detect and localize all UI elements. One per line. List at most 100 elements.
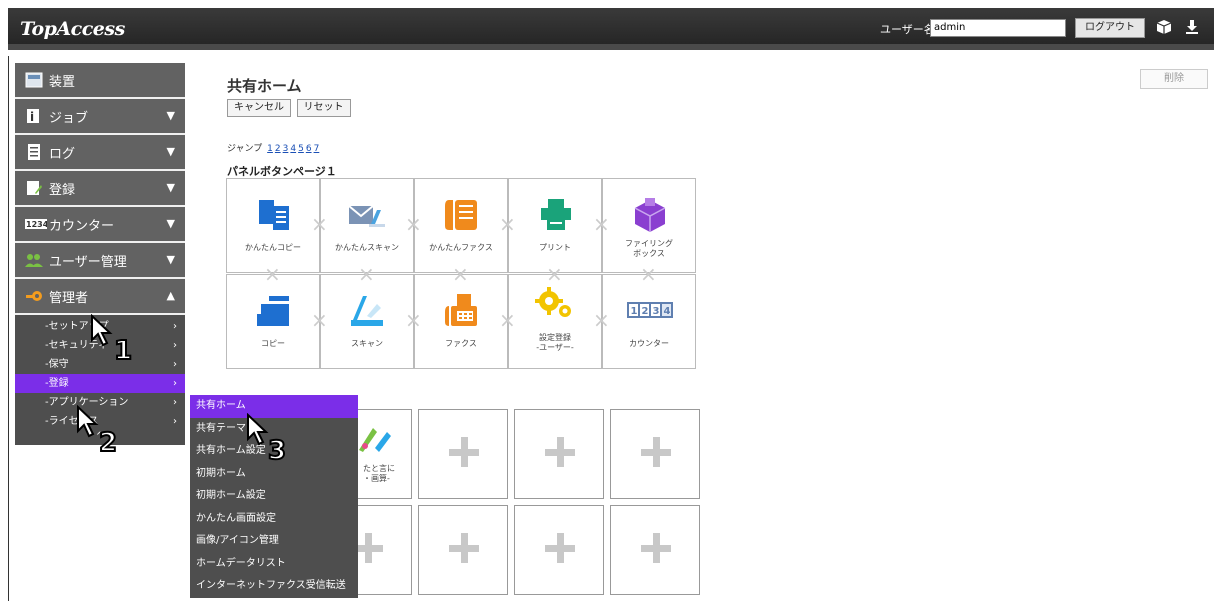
- flyout-item-image-icon-management[interactable]: 画像/アイコン管理: [190, 530, 358, 553]
- jump-page-3[interactable]: 3: [283, 144, 289, 154]
- tile-add-empty[interactable]: [610, 505, 700, 595]
- svg-text:2: 2: [642, 306, 649, 317]
- download-icon[interactable]: [1184, 19, 1200, 39]
- counter-icon: 1234: [25, 215, 49, 233]
- username-field[interactable]: admin: [930, 19, 1066, 37]
- tile-settings-user[interactable]: 設定登録 -ユーザー-: [508, 274, 602, 369]
- tile-fax[interactable]: ファクス: [414, 274, 508, 369]
- box-icon[interactable]: [1156, 19, 1172, 39]
- cancel-button[interactable]: キャンセル: [227, 99, 291, 117]
- chevron-down-icon: ▼: [166, 217, 175, 230]
- tile-filing-box[interactable]: ファイリング ボックス: [602, 178, 696, 273]
- chevron-down-icon: ▼: [166, 253, 175, 266]
- submenu-item-application[interactable]: -アプリケーション ›: [15, 393, 185, 412]
- nav-item-register[interactable]: 登録 ▼: [15, 171, 185, 207]
- panel-page-label: パネルボタンページ１: [227, 165, 337, 178]
- tile-separator: ×: [311, 308, 328, 332]
- jump-page-6[interactable]: 6: [306, 144, 312, 154]
- nav-item-job[interactable]: i ジョブ ▼: [15, 99, 185, 135]
- scan-icon: [351, 296, 383, 326]
- tile-easy-fax[interactable]: かんたんファクス: [414, 178, 508, 273]
- register-icon: [25, 179, 43, 197]
- register-flyout-menu: 共有ホーム 共有テーマ 共有ホーム設定 初期ホーム 初期ホーム設定 かんたん画面…: [190, 395, 358, 598]
- tile-print[interactable]: プリント: [508, 178, 602, 273]
- tile-label: ファクス: [445, 339, 477, 348]
- jump-page-2[interactable]: 2: [275, 144, 281, 154]
- tile-add-empty[interactable]: [610, 409, 700, 499]
- chevron-down-icon: ▼: [166, 145, 175, 158]
- header-bar: TopAccess ユーザー名 admin ログアウト: [8, 8, 1214, 50]
- tile-label: カウンター: [629, 339, 669, 348]
- tile-add-empty[interactable]: [514, 505, 604, 595]
- tile-separator: ×: [264, 262, 281, 286]
- flyout-item-shared-home[interactable]: 共有ホーム: [190, 395, 358, 418]
- tile-counter[interactable]: 1234 カウンター: [602, 274, 696, 369]
- tile-label: たと言に ・画算-: [363, 464, 395, 483]
- chevron-right-icon: ›: [173, 321, 177, 332]
- nav-label: 管理者: [49, 290, 89, 306]
- tile-label: コピー: [261, 339, 285, 348]
- step-number-2: 2: [98, 428, 118, 458]
- nav-item-log[interactable]: ログ ▼: [15, 135, 185, 171]
- tile-separator: ×: [405, 308, 422, 332]
- delete-button[interactable]: 削除: [1140, 69, 1208, 89]
- username-label: ユーザー名: [880, 23, 935, 36]
- flyout-item-internet-fax-forward[interactable]: インターネットファクス受信転送: [190, 575, 358, 598]
- app-logo[interactable]: TopAccess: [20, 18, 125, 40]
- copy-icon: [257, 296, 289, 326]
- nav-label: ユーザー管理: [49, 254, 127, 270]
- tile-separator: ×: [311, 212, 328, 236]
- filing-box-icon: [634, 198, 666, 232]
- nav-label: カウンター: [49, 218, 115, 234]
- log-icon: [25, 143, 43, 161]
- step-number-1: 1: [113, 336, 133, 366]
- jump-page-4[interactable]: 4: [290, 144, 296, 154]
- tile-label: かんたんファクス: [429, 243, 493, 252]
- add-plus-icon: [545, 533, 575, 563]
- jump-page-5[interactable]: 5: [298, 144, 304, 154]
- easy-scan-icon: [348, 205, 385, 227]
- flyout-item-default-home-settings[interactable]: 初期ホーム設定: [190, 485, 358, 508]
- tile-easy-scan[interactable]: かんたんスキャン: [320, 178, 414, 273]
- tile-easy-copy[interactable]: かんたんコピー: [226, 178, 320, 273]
- add-plus-icon: [449, 533, 479, 563]
- step-number-3: 3: [267, 436, 287, 466]
- nav-item-device[interactable]: 装置: [15, 63, 185, 99]
- tile-add-empty[interactable]: [418, 505, 508, 595]
- nav-item-admin[interactable]: 管理者 ▲: [15, 279, 185, 315]
- tile-add-empty[interactable]: [514, 409, 604, 499]
- submenu-item-maintenance[interactable]: -保守 ›: [15, 355, 185, 374]
- device-icon: [25, 71, 43, 89]
- tile-separator: ×: [358, 262, 375, 286]
- chevron-right-icon: ›: [173, 359, 177, 370]
- logout-button[interactable]: ログアウト: [1075, 18, 1145, 38]
- tile-label: 設定登録 -ユーザー-: [536, 333, 574, 352]
- tile-scan[interactable]: スキャン: [320, 274, 414, 369]
- nav-item-users[interactable]: ユーザー管理 ▼: [15, 243, 185, 279]
- tile-separator: ×: [499, 308, 516, 332]
- tile-copy[interactable]: コピー: [226, 274, 320, 369]
- tile-separator: ×: [452, 262, 469, 286]
- submenu-item-register[interactable]: -登録 ›: [15, 374, 185, 393]
- tile-separator: ×: [593, 212, 610, 236]
- flyout-item-home-data-list[interactable]: ホームデータリスト: [190, 553, 358, 576]
- nav-label: 装置: [49, 74, 76, 90]
- nav-label: ログ: [49, 146, 76, 162]
- left-frame-border: [8, 56, 9, 601]
- tile-label: かんたんコピー: [245, 243, 301, 252]
- chevron-down-icon: ▼: [166, 181, 175, 194]
- reset-button[interactable]: リセット: [296, 99, 351, 117]
- jump-page-1[interactable]: 1: [267, 144, 273, 154]
- svg-text:3: 3: [653, 306, 660, 317]
- easy-copy-icon: [259, 200, 289, 230]
- tile-add-empty[interactable]: [418, 409, 508, 499]
- add-plus-icon: [641, 437, 671, 467]
- nav-item-counter[interactable]: 1234 カウンター ▼: [15, 207, 185, 243]
- submenu-label: -保守: [45, 359, 69, 370]
- counter-display-icon: 1234: [627, 302, 673, 318]
- mouse-cursor-icon: [77, 405, 99, 438]
- flyout-item-easy-screen-settings[interactable]: かんたん画面設定: [190, 508, 358, 531]
- jump-page-7[interactable]: 7: [314, 144, 320, 154]
- chevron-up-icon: ▲: [166, 289, 175, 302]
- svg-text:i: i: [30, 110, 34, 124]
